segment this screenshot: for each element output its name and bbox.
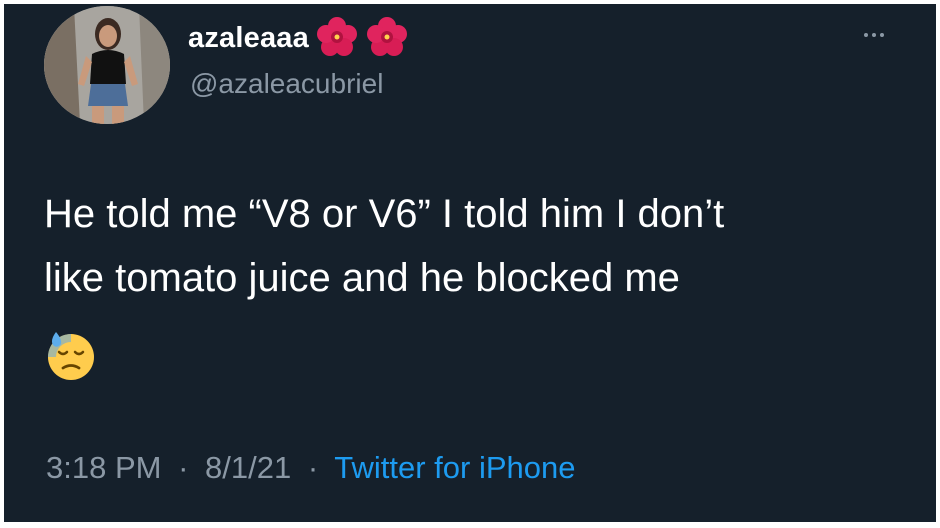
meta-separator: · bbox=[178, 450, 189, 485]
tweet-card: azaleaaa @azaleacubriel He told me “V8 o… bbox=[4, 4, 936, 522]
tweet-meta: 3:18 PM · 8/1/21 · Twitter for iPhone bbox=[46, 450, 575, 486]
more-horizontal-icon-dot bbox=[880, 33, 884, 37]
hibiscus-icon bbox=[316, 17, 357, 56]
hibiscus-icon bbox=[366, 17, 407, 56]
tweet-time[interactable]: 3:18 PM bbox=[46, 450, 161, 485]
display-name[interactable]: azaleaaa bbox=[188, 22, 309, 55]
downcast-face-with-sweat-icon bbox=[48, 332, 94, 380]
tweet-text-line-2: like tomato juice and he blocked me bbox=[44, 256, 680, 300]
tweet-date[interactable]: 8/1/21 bbox=[205, 450, 291, 485]
meta-separator: · bbox=[307, 450, 319, 485]
avatar[interactable] bbox=[44, 6, 170, 124]
more-horizontal-icon bbox=[864, 33, 868, 37]
tweet-text-line-1: He told me “V8 or V6” I told him I don’t bbox=[44, 192, 725, 236]
more-horizontal-icon-dot bbox=[872, 33, 876, 37]
more-options-button[interactable] bbox=[852, 22, 896, 48]
tweet-source-link[interactable]: Twitter for iPhone bbox=[334, 450, 575, 485]
author-handle[interactable]: @azaleacubriel bbox=[190, 68, 383, 100]
author-name-row[interactable]: azaleaaa bbox=[188, 16, 409, 60]
tweet-text: He told me “V8 or V6” I told him I don’t… bbox=[44, 182, 924, 310]
avatar-photo bbox=[44, 6, 170, 124]
